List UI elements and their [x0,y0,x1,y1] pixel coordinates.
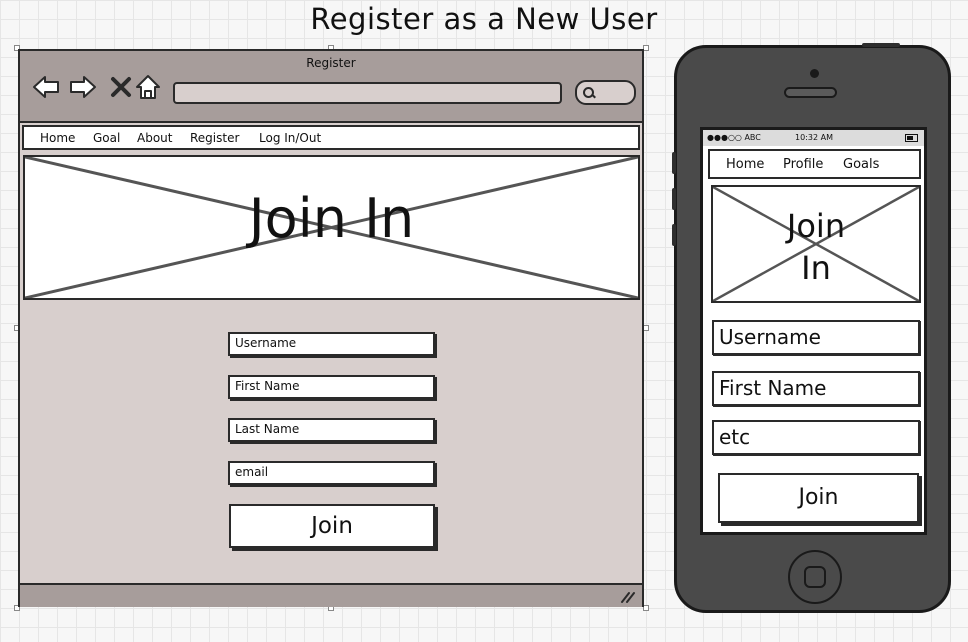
mobile-nav-bar: Home Profile Goals [708,149,921,179]
earpiece-speaker [784,87,837,98]
front-camera [810,69,819,78]
browser-window-mockup: Register Home Goal About Register Log In… [18,49,644,607]
nav-link-home[interactable]: Home [40,131,75,145]
home-icon[interactable] [134,73,162,101]
status-time: 10:32 AM [795,133,833,142]
carrier-signal: ●●●○○ ABC [707,133,761,142]
phone-volume-button [672,224,676,246]
address-bar[interactable] [173,82,562,104]
mobile-nav-profile[interactable]: Profile [783,157,823,172]
first-name-field[interactable]: First Name [228,375,435,399]
last-name-field[interactable]: Last Name [228,418,435,442]
banner-heading: Join In [248,187,415,250]
nav-link-register[interactable]: Register [190,131,239,145]
phone-volume-button [672,152,676,174]
phone-volume-button [672,188,676,210]
browser-toolbar: Register [20,51,642,123]
banner-image-placeholder: Join In [23,155,640,300]
mobile-username-field[interactable]: Username [712,320,920,355]
phone-home-button [788,550,842,604]
join-button[interactable]: Join [229,504,435,548]
phone-power-button [862,43,900,47]
nav-link-login-logout[interactable]: Log In/Out [259,131,321,145]
page-title: Register as a New User [310,2,658,36]
mobile-first-name-field[interactable]: First Name [712,371,920,406]
battery-icon [905,134,918,142]
phone-mockup: ●●●○○ ABC 10:32 AM Home Profile Goals Jo… [672,43,951,613]
mobile-nav-goals[interactable]: Goals [843,157,879,172]
username-field[interactable]: Username [228,332,435,356]
browser-status-bar [20,583,642,607]
mobile-banner-heading: Join In [786,207,846,287]
window-title: Register [306,56,356,70]
mobile-banner-placeholder: Join In [711,185,921,303]
email-field[interactable]: email [228,461,435,485]
phone-status-bar: ●●●○○ ABC 10:32 AM [703,130,924,146]
mobile-etc-field[interactable]: etc [712,420,920,455]
mobile-nav-home[interactable]: Home [726,157,764,172]
nav-link-goal[interactable]: Goal [93,131,120,145]
search-field[interactable] [575,80,636,105]
forward-arrow-icon[interactable] [69,73,97,101]
mobile-join-button[interactable]: Join [718,473,919,523]
back-arrow-icon[interactable] [32,73,60,101]
stop-x-icon[interactable] [108,73,136,101]
site-nav-bar: Home Goal About Register Log In/Out [22,125,640,150]
resize-grip-icon[interactable] [620,589,636,603]
nav-link-about[interactable]: About [137,131,172,145]
phone-screen: ●●●○○ ABC 10:32 AM Home Profile Goals Jo… [700,127,927,535]
